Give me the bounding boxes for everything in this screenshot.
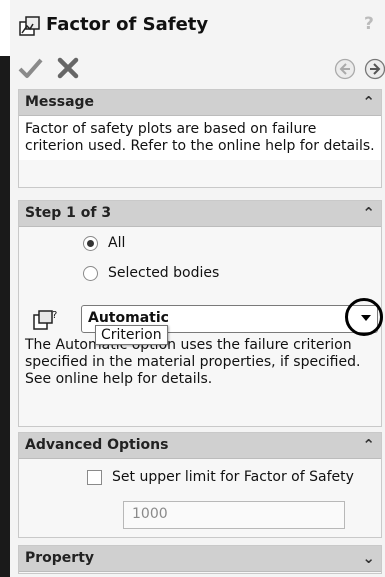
tooltip: Criterion (95, 325, 168, 345)
property-manager-panel: Factor of Safety ? Message ⌃ Factor of s… (10, 0, 385, 577)
message-header-label: Message (25, 94, 95, 110)
radio-all-label: All (108, 235, 126, 251)
annotation-circle (345, 298, 383, 336)
message-group: Message ⌃ Factor of safety plots are bas… (18, 89, 382, 188)
back-arrow-button[interactable] (334, 58, 356, 80)
double-chevron-up-icon[interactable]: ⌃ (362, 93, 375, 111)
advanced-header-label: Advanced Options (25, 437, 169, 453)
action-row (10, 50, 385, 86)
cancel-button[interactable] (54, 54, 82, 82)
left-edge-dark (0, 56, 10, 577)
page-title: Factor of Safety (46, 14, 209, 35)
double-chevron-down-icon[interactable]: ⌄ (362, 549, 375, 567)
upper-limit-input[interactable]: 1000 (123, 501, 345, 529)
step-header-label: Step 1 of 3 (25, 205, 112, 221)
title-bar: Factor of Safety ? (12, 10, 374, 44)
advanced-options-group: Advanced Options ⌃ Set upper limit for F… (18, 432, 382, 538)
step-description: The Automatic option uses the failure cr… (25, 337, 361, 387)
message-text: Factor of safety plots are based on fail… (19, 116, 381, 160)
help-button[interactable]: ? (364, 14, 374, 34)
property-group: Property ⌄ (18, 545, 382, 574)
forward-arrow-button[interactable] (364, 58, 385, 80)
criterion-icon: ? (33, 310, 57, 330)
radio-selected-row[interactable]: Selected bodies (83, 262, 219, 284)
checkmark-icon (18, 58, 43, 78)
left-edge-bar (0, 0, 10, 577)
double-chevron-up-icon[interactable]: ⌃ (362, 436, 375, 454)
message-header[interactable]: Message ⌃ (19, 90, 381, 116)
property-header[interactable]: Property ⌄ (19, 546, 381, 572)
svg-text:?: ? (52, 310, 57, 321)
criterion-value: Automatic (88, 310, 169, 326)
advanced-header[interactable]: Advanced Options ⌃ (19, 433, 381, 459)
ok-button[interactable] (16, 54, 44, 82)
step-header[interactable]: Step 1 of 3 ⌃ (19, 201, 381, 227)
radio-selected-bodies[interactable] (83, 265, 98, 281)
radio-all-row[interactable]: All (83, 232, 125, 254)
property-header-label: Property (25, 550, 95, 566)
upper-limit-value: 1000 (132, 506, 168, 522)
upper-limit-checkbox[interactable] (87, 469, 102, 485)
factor-of-safety-icon (19, 16, 40, 36)
upper-limit-row[interactable]: Set upper limit for Factor of Safety (87, 469, 354, 485)
double-chevron-up-icon[interactable]: ⌃ (362, 204, 375, 222)
radio-selected-label: Selected bodies (108, 265, 220, 281)
x-icon (57, 57, 79, 79)
upper-limit-label: Set upper limit for Factor of Safety (112, 469, 354, 485)
step-group: Step 1 of 3 ⌃ All Selected bodies ? Auto… (18, 200, 383, 427)
radio-all[interactable] (83, 235, 98, 251)
